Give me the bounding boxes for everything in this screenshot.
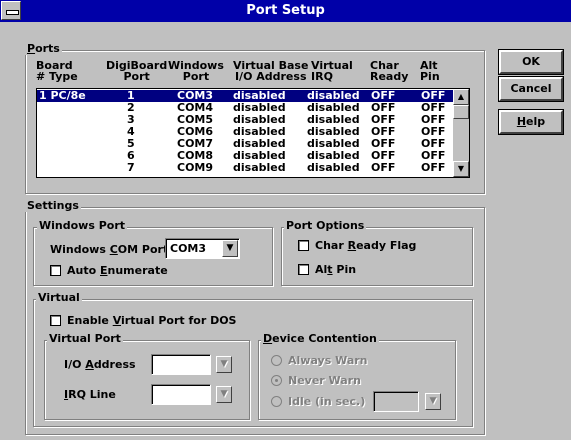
col-header-digiboard-port: DigiBoard Port	[106, 60, 167, 82]
virtual-group-label: Virtual	[36, 291, 82, 304]
idle-radio[interactable]	[271, 396, 282, 407]
table-cell: 7	[127, 161, 135, 174]
scroll-thumb[interactable]	[453, 105, 469, 119]
table-cell: OFF	[371, 161, 396, 174]
settings-group-label: Settings	[25, 199, 81, 212]
irq-line-input[interactable]	[151, 384, 211, 405]
col-header-virtual-base-line2: I/O Address	[234, 70, 307, 83]
scroll-down-arrow-icon[interactable]: ▼	[453, 161, 469, 177]
ports-list[interactable]: 1 PC/8e 1 COM3 disabled disabled OFF OFF 2 COM4 d…	[36, 88, 470, 178]
table-cell: disabled	[233, 161, 286, 174]
col-header-board: Board # Type	[36, 60, 78, 82]
idle-seconds-input[interactable]	[373, 391, 419, 412]
never-warn-radio[interactable]	[271, 375, 282, 386]
idle-label: Idle (in sec.)	[288, 395, 366, 408]
io-address-label: I/O Address	[64, 358, 136, 371]
idle-seconds-dropdown-icon: ▼	[425, 393, 441, 410]
dropdown-arrow-icon[interactable]: ▼	[222, 240, 238, 257]
windows-port-group-label: Windows Port	[37, 219, 128, 232]
io-address-dropdown-icon: ▼	[216, 356, 232, 373]
enable-virtual-port-label: Enable Virtual Port for DOS	[67, 314, 237, 327]
table-cell: 1 PC/8e	[39, 89, 86, 102]
help-button-label: Help	[516, 115, 546, 128]
enable-virtual-port-checkbox[interactable]	[50, 315, 61, 326]
windows-com-port-label: Windows COM Port	[50, 243, 169, 256]
col-header-board-line2: # Type	[36, 70, 78, 83]
virtual-port-group	[44, 340, 250, 420]
alt-pin-label: Alt Pin	[315, 263, 357, 276]
windows-com-port-select[interactable]: COM3 ▼	[165, 238, 240, 259]
alt-pin-checkbox[interactable]	[298, 264, 309, 275]
col-header-char-ready-line2: Ready	[370, 70, 409, 83]
col-header-virtual-irq: Virtual IRQ	[311, 60, 353, 82]
auto-enumerate-label: Auto Enumerate	[67, 264, 168, 277]
col-header-virtual-base: Virtual Base I/O Address	[233, 60, 308, 82]
windows-com-port-value: COM3	[170, 242, 207, 255]
auto-enumerate-checkbox[interactable]	[50, 265, 61, 276]
cancel-button[interactable]: Cancel	[498, 76, 564, 102]
always-warn-label: Always Warn	[288, 354, 368, 367]
port-options-group	[281, 227, 473, 286]
col-header-virtual-irq-line2: IRQ	[311, 70, 333, 83]
window-title: Port Setup	[246, 3, 325, 18]
table-cell: OFF	[421, 161, 446, 174]
io-address-input[interactable]	[151, 354, 211, 375]
table-cell: disabled	[307, 161, 360, 174]
char-ready-flag-label: Char Ready Flag	[315, 239, 417, 252]
table-row[interactable]: 7 COM9 disabled disabled OFF OFF	[37, 162, 454, 174]
port-options-group-label: Port Options	[284, 219, 367, 232]
col-header-alt-pin-line2: Pin	[420, 70, 440, 83]
help-button[interactable]: Help	[498, 109, 564, 135]
never-warn-label: Never Warn	[288, 374, 361, 387]
always-warn-radio[interactable]	[271, 355, 282, 366]
col-header-alt-pin: Alt Pin	[420, 60, 440, 82]
table-cell: COM9	[177, 161, 214, 174]
ports-group-label: Ports	[25, 42, 62, 55]
device-contention-group-label: Device Contention	[261, 332, 379, 345]
scroll-up-arrow-icon[interactable]: ▲	[453, 89, 469, 105]
char-ready-flag-checkbox[interactable]	[298, 240, 309, 251]
ok-button[interactable]: OK	[498, 49, 564, 75]
ports-list-scrollbar[interactable]: ▲ ▼	[453, 89, 469, 177]
col-header-windows-line2: Port	[182, 70, 210, 83]
virtual-port-group-label: Virtual Port	[47, 332, 123, 345]
irq-line-dropdown-icon: ▼	[216, 386, 232, 403]
col-header-char-ready: Char Ready	[370, 60, 408, 82]
col-header-digiboard-line2: Port	[123, 70, 150, 83]
col-header-windows-port: Windows Port	[168, 60, 224, 82]
irq-line-label: IRQ Line	[64, 388, 116, 401]
